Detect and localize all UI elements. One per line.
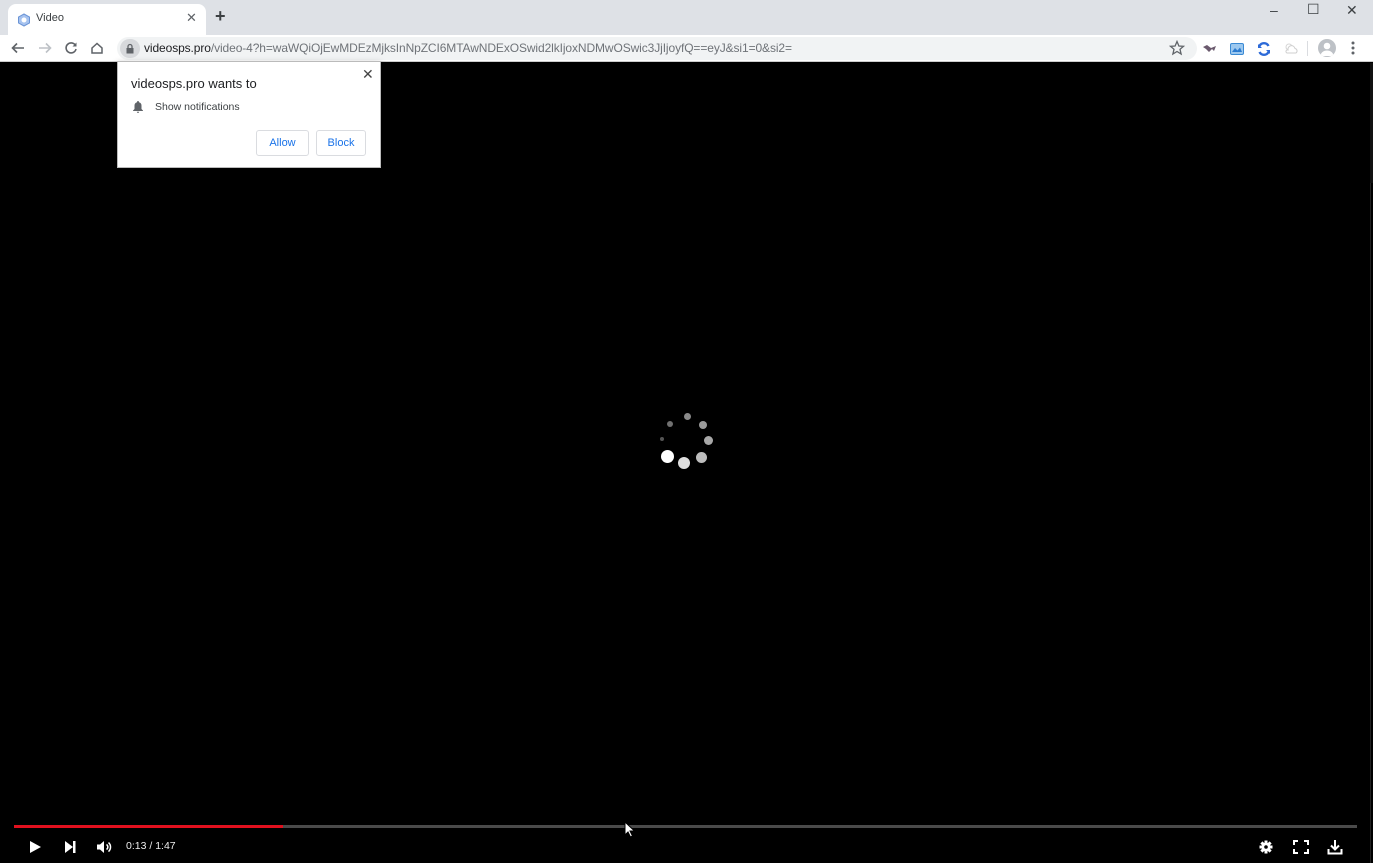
spinner-dot	[696, 452, 707, 463]
spinner-dot	[667, 421, 673, 427]
url-path: /video-4?h=waWQiOjEwMDEzMjksInNpZCI6MTAw…	[210, 41, 792, 55]
permission-title: videosps.pro wants to	[131, 76, 257, 91]
download-icon	[1327, 840, 1343, 855]
more-menu-icon[interactable]	[1347, 40, 1359, 56]
gear-icon	[1259, 840, 1273, 854]
tab-close-button[interactable]: ✕	[186, 10, 197, 26]
arrow-right-icon	[39, 42, 52, 54]
loading-spinner	[655, 408, 720, 473]
volume-button[interactable]	[95, 838, 115, 856]
toolbar-divider	[1307, 41, 1308, 56]
video-progress-bar[interactable]	[14, 825, 1357, 828]
tab-title: Video	[36, 12, 64, 24]
fullscreen-button[interactable]	[1292, 838, 1310, 856]
fullscreen-icon	[1293, 840, 1309, 854]
bell-icon	[133, 101, 143, 113]
block-button[interactable]: Block	[316, 130, 366, 156]
close-window-button[interactable]: ✕	[1346, 2, 1358, 19]
spinner-dot	[699, 421, 707, 429]
reload-icon	[65, 42, 77, 54]
video-progress-fill	[14, 825, 283, 828]
spinner-dot	[678, 457, 690, 469]
mouse-cursor-icon	[624, 821, 636, 838]
forward-button[interactable]	[36, 39, 54, 57]
skip-next-icon	[65, 841, 76, 853]
browser-titlebar: Video ✕ + – ☐ ✕	[0, 0, 1373, 35]
browser-toolbar: videosps.pro/video-4?h=waWQiOjEwMDEzMjks…	[0, 35, 1373, 62]
back-button[interactable]	[9, 39, 27, 57]
profile-avatar-button[interactable]	[1318, 39, 1336, 57]
notification-permission-prompt: videosps.pro wants to ✕ Show notificatio…	[117, 61, 381, 168]
address-bar[interactable]: videosps.pro/video-4?h=waWQiOjEwMDEzMjks…	[117, 37, 1197, 60]
person-icon	[1320, 42, 1334, 56]
lock-icon	[126, 43, 134, 54]
permission-description: Show notifications	[155, 101, 240, 113]
reload-button[interactable]	[62, 39, 80, 57]
permission-close-button[interactable]: ✕	[362, 66, 374, 83]
play-button[interactable]	[26, 838, 44, 856]
minimize-button[interactable]: –	[1270, 2, 1278, 18]
allow-button[interactable]: Allow	[256, 130, 309, 156]
extension-dark-icon[interactable]	[1202, 41, 1218, 57]
spinner-dot	[704, 436, 713, 445]
spinner-dot	[684, 413, 691, 420]
extension-sync-icon[interactable]	[1256, 41, 1272, 57]
spinner-dot	[660, 437, 664, 441]
extension-photo-icon[interactable]	[1229, 41, 1245, 57]
home-button[interactable]	[88, 39, 106, 57]
site-info-button[interactable]	[120, 39, 140, 58]
bookmark-star-icon[interactable]	[1169, 40, 1185, 56]
url-text[interactable]: videosps.pro/video-4?h=waWQiOjEwMDEzMjks…	[144, 41, 792, 55]
play-icon	[30, 841, 41, 853]
volume-icon	[97, 841, 112, 853]
settings-button[interactable]	[1257, 838, 1275, 856]
maximize-button[interactable]: ☐	[1307, 1, 1320, 18]
duration: 1:47	[155, 840, 176, 852]
browser-tab-video[interactable]: Video ✕	[8, 4, 206, 35]
download-button[interactable]	[1326, 838, 1344, 856]
arrow-left-icon	[11, 42, 24, 54]
time-display: 0:13 / 1:47	[126, 840, 176, 852]
new-tab-button[interactable]: +	[215, 6, 226, 27]
current-time: 0:13	[126, 840, 147, 852]
extension-weather-icon[interactable]	[1283, 41, 1299, 57]
video-favicon-icon	[18, 13, 30, 27]
url-domain: videosps.pro	[144, 41, 211, 55]
spinner-dot	[661, 450, 674, 463]
next-button[interactable]	[61, 838, 79, 856]
home-icon	[91, 42, 103, 54]
